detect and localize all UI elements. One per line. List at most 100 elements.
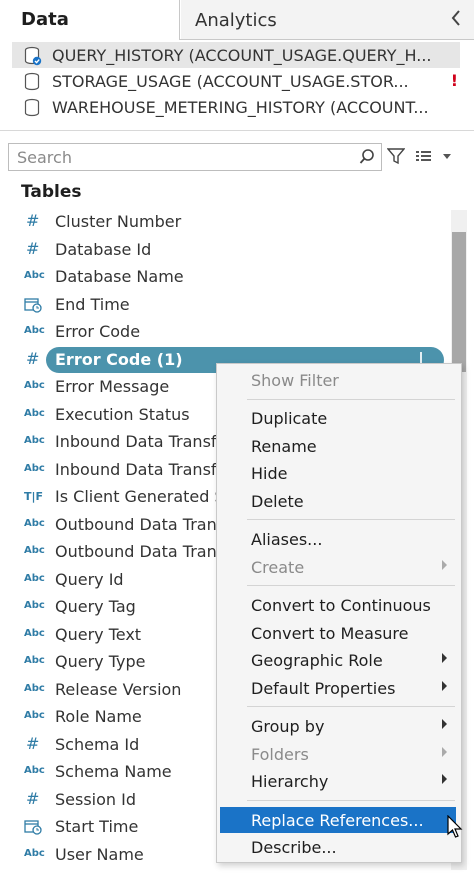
menu-item-label: Create: [251, 558, 305, 577]
menu-item-convert-continuous[interactable]: Convert to Continuous: [217, 592, 461, 618]
field-label: User Name: [55, 844, 144, 864]
search-icon[interactable]: [359, 148, 375, 170]
field-label: Session Id: [55, 789, 137, 809]
field-item[interactable]: # Cluster Number: [0, 209, 450, 237]
menu-item-label: Show Filter: [251, 371, 339, 390]
context-menu: Show Filter Duplicate Rename Hide Delete…: [216, 363, 462, 863]
field-label: Query Text: [55, 624, 142, 644]
string-type-icon: Abc: [24, 517, 45, 529]
number-type-icon: #: [26, 788, 40, 808]
pane-tabs: Data Analytics: [0, 0, 474, 40]
data-source-item[interactable]: STORAGE_USAGE (ACCOUNT_USAGE.STOR... !: [12, 68, 460, 94]
menu-item-label: Rename: [251, 437, 317, 456]
string-type-icon: Abc: [24, 462, 45, 474]
tab-data[interactable]: Data: [0, 0, 180, 40]
menu-item-label: Describe...: [251, 838, 337, 857]
field-label: Inbound Data Transfe: [55, 459, 227, 479]
string-type-icon: Abc: [24, 710, 45, 721]
data-source-list: QUERY_HISTORY (ACCOUNT_USAGE.QUERY_H... …: [0, 42, 474, 120]
menu-item-aliases[interactable]: Aliases...: [217, 526, 461, 552]
menu-item-describe[interactable]: Describe...: [217, 834, 461, 860]
string-type-icon: Abc: [24, 545, 45, 556]
menu-separator: [247, 585, 455, 586]
field-label: Release Version: [55, 679, 182, 699]
menu-item-folders[interactable]: Folders: [217, 741, 461, 767]
submenu-arrow-icon: [442, 681, 447, 691]
field-label: Schema Id: [55, 734, 140, 754]
menu-item-rename[interactable]: Rename: [217, 433, 461, 459]
divider: [0, 130, 474, 131]
menu-item-label: Default Properties: [251, 679, 396, 698]
number-type-icon: #: [26, 238, 40, 258]
menu-item-default-properties[interactable]: Default Properties: [217, 675, 461, 701]
filter-icon[interactable]: [386, 147, 406, 169]
string-type-icon: Abc: [24, 600, 45, 611]
menu-item-convert-measure[interactable]: Convert to Measure: [217, 620, 461, 646]
field-label: Error Code: [55, 322, 141, 341]
database-connected-icon: [24, 46, 42, 66]
submenu-arrow-icon: [442, 653, 447, 663]
field-label: Database Id: [55, 239, 152, 259]
menu-item-geographic-role[interactable]: Geographic Role: [217, 647, 461, 673]
menu-separator: [247, 706, 455, 707]
field-item[interactable]: Abc Error Code: [0, 319, 450, 347]
string-type-icon: Abc: [24, 655, 45, 666]
data-source-item[interactable]: QUERY_HISTORY (ACCOUNT_USAGE.QUERY_H...: [12, 42, 460, 68]
menu-item-label: Replace References...: [251, 811, 424, 830]
field-label: Start Time: [55, 817, 139, 836]
string-type-icon: Abc: [24, 407, 45, 419]
chevron-left-icon[interactable]: [450, 8, 462, 33]
search-box: [8, 143, 382, 171]
field-label: Outbound Data Trans: [55, 542, 226, 561]
data-source-item[interactable]: WAREHOUSE_METERING_HISTORY (ACCOUNT...: [12, 94, 460, 120]
menu-item-show-filter[interactable]: Show Filter: [217, 367, 461, 393]
string-type-icon: Abc: [24, 435, 45, 446]
field-label: Error Code (1): [55, 349, 183, 369]
menu-item-label: Convert to Continuous: [251, 596, 431, 615]
field-label: Schema Name: [55, 762, 172, 781]
menu-item-label: Delete: [251, 492, 304, 511]
menu-item-label: Folders: [251, 745, 309, 764]
menu-separator: [247, 399, 455, 400]
field-label: Query Tag: [55, 597, 136, 616]
mouse-cursor-icon: [447, 814, 463, 843]
menu-item-duplicate[interactable]: Duplicate: [217, 405, 461, 431]
search-input[interactable]: [9, 144, 349, 170]
menu-item-hierarchy[interactable]: Hierarchy: [217, 768, 461, 794]
field-item[interactable]: Abc Database Name: [0, 264, 450, 292]
menu-item-label: Geographic Role: [251, 651, 383, 670]
menu-item-replace-references[interactable]: Replace References...: [220, 807, 456, 833]
view-options-icon[interactable]: [416, 149, 456, 168]
menu-item-delete[interactable]: Delete: [217, 488, 461, 514]
menu-item-label: Group by: [251, 717, 325, 736]
string-type-icon: Abc: [24, 682, 45, 694]
field-label: Execution Status: [55, 404, 190, 424]
field-label: Cluster Number: [55, 212, 182, 231]
menu-item-label: Hide: [251, 464, 288, 483]
string-type-icon: Abc: [24, 765, 45, 776]
string-type-icon: Abc: [24, 847, 45, 859]
menu-item-label: Aliases...: [251, 530, 323, 549]
field-label: Inbound Data Transfe: [55, 432, 227, 451]
submenu-arrow-icon: [442, 774, 447, 784]
number-type-icon: #: [26, 211, 40, 230]
boolean-type-icon: T|F: [24, 490, 44, 503]
menu-item-create[interactable]: Create: [217, 554, 461, 580]
string-type-icon: Abc: [24, 627, 45, 639]
data-source-label: STORAGE_USAGE (ACCOUNT_USAGE.STOR...: [52, 72, 409, 91]
field-label: Error Message: [55, 377, 170, 396]
tab-analytics[interactable]: Analytics: [181, 0, 474, 40]
menu-item-hide[interactable]: Hide: [217, 460, 461, 486]
number-type-icon: #: [26, 733, 40, 753]
field-item[interactable]: # Database Id: [0, 237, 450, 265]
string-type-icon: Abc: [24, 325, 45, 336]
menu-item-label: Hierarchy: [251, 772, 329, 791]
string-type-icon: Abc: [24, 572, 45, 584]
scrollbar-thumb[interactable]: [452, 232, 466, 372]
field-item[interactable]: End Time: [0, 292, 450, 320]
field-label: Role Name: [55, 707, 142, 726]
warning-icon: !: [450, 71, 458, 90]
submenu-arrow-icon: [442, 719, 447, 729]
menu-item-group-by[interactable]: Group by: [217, 713, 461, 739]
number-type-icon: #: [26, 348, 40, 368]
